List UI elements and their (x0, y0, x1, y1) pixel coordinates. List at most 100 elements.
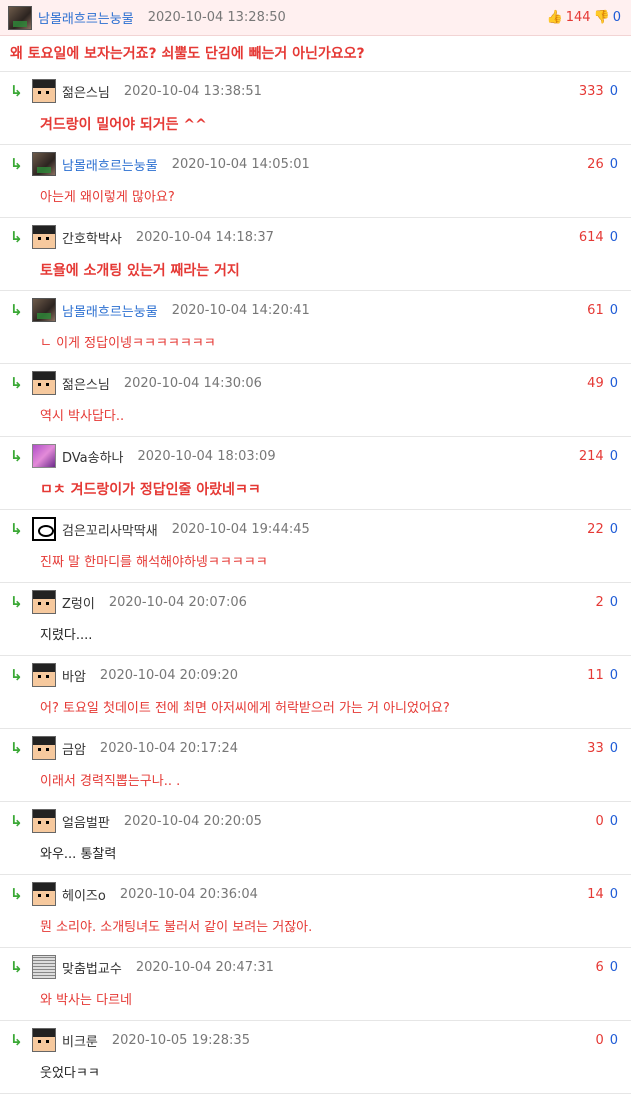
comment-down-count[interactable]: 0 (610, 157, 618, 172)
reply-arrow-icon: ↳ (10, 374, 23, 392)
comment-down-count[interactable]: 0 (610, 376, 618, 391)
comment-meta: ↳ 얼음벌판 2020-10-04 20:20:05 0 0 (0, 802, 631, 840)
commenter-name[interactable]: 남몰래흐르는눙물 (62, 301, 158, 320)
comment-down-count[interactable]: 0 (610, 960, 618, 975)
reply-arrow-icon: ↳ (10, 885, 23, 903)
thumbs-up-icon[interactable]: 👍 (547, 10, 563, 25)
comment-meta: ↳ 금암 2020-10-04 20:17:24 33 0 (0, 729, 631, 767)
comment-votes: 20 (595, 595, 618, 610)
reply-arrow-icon: ↳ (10, 593, 23, 611)
commenter-avatar[interactable] (32, 1028, 56, 1052)
comment-up-count[interactable]: 11 (587, 668, 604, 683)
reply-arrow-icon: ↳ (10, 228, 23, 246)
comment-up-count[interactable]: 333 (579, 84, 604, 99)
reply-arrow-icon: ↳ (10, 739, 23, 757)
commenter-name[interactable]: 금암 (62, 739, 86, 758)
comment-date: 2020-10-04 14:18:37 (135, 229, 274, 245)
comment-votes: 14 0 (587, 887, 618, 902)
comment-text: 역시 박사답다.. (40, 409, 125, 424)
commenter-name[interactable]: 헤이즈o (62, 885, 106, 904)
comment-down-count[interactable]: 0 (610, 814, 618, 829)
commenter-avatar[interactable] (32, 298, 56, 322)
comment-down-count[interactable]: 0 (610, 522, 618, 537)
commenter-avatar[interactable] (32, 955, 56, 979)
commenter-name[interactable]: 검은꼬리사막딱새 (62, 520, 158, 539)
comment-date: 2020-10-04 20:20:05 (123, 813, 262, 829)
comment-votes: 11 0 (587, 668, 618, 683)
commenter-name[interactable]: 간호학박사 (62, 228, 122, 247)
commenter-name[interactable]: 젊은스님 (62, 82, 110, 101)
comment-item: ↳ 얼음벌판 2020-10-04 20:20:05 0 0 와우... 통찰력 (0, 802, 631, 875)
comment-down-count[interactable]: 0 (610, 84, 618, 99)
commenter-avatar[interactable] (32, 444, 56, 468)
comment-votes: 214 0 (579, 449, 618, 464)
comment-down-count[interactable]: 0 (610, 230, 618, 245)
comment-votes: 614 0 (579, 230, 618, 245)
comment-votes: 49 0 (587, 376, 618, 391)
comment-meta: ↳ 바암 2020-10-04 20:09:20 11 0 (0, 656, 631, 694)
comment-down-count[interactable]: 0 (610, 595, 618, 610)
commenter-name[interactable]: 젊은스님 (62, 374, 110, 393)
comment-down-count[interactable]: 0 (610, 887, 618, 902)
comment-item: ↳ 젊은스님 2020-10-04 14:30:06 49 0 역시 박사답다.. (0, 364, 631, 437)
up-count: 144 (565, 10, 591, 25)
comment-meta: ↳ 남몰래흐르는눙물 2020-10-04 14:20:41 61 0 (0, 291, 631, 329)
comment-item: ↳ 비크룬 2020-10-05 19:28:35 0 0 웃었다ㅋㅋ (0, 1021, 631, 1094)
comment-item: ↳ DVa송하나 2020-10-04 18:03:09 214 0 ㅁㅊ 겨드랑이가 정… (0, 437, 631, 510)
comment-up-count[interactable]: 26 (587, 157, 604, 172)
comment-up-count[interactable]: 2 (595, 595, 603, 610)
comment-down-count[interactable]: 0 (610, 668, 618, 683)
commenter-name[interactable]: 바암 (62, 666, 86, 685)
post-date: 2020-10-04 13:28:50 (147, 10, 286, 25)
comment-up-count[interactable]: 61 (587, 303, 604, 318)
commenter-avatar[interactable] (32, 371, 56, 395)
comment-up-count[interactable]: 33 (587, 741, 604, 756)
commenter-avatar[interactable] (32, 736, 56, 760)
comment-text: 토욜에 소개팅 있는거 째라는 거지 (40, 263, 240, 279)
commenter-avatar[interactable] (32, 225, 56, 249)
comment-text: 지렸다.... (40, 628, 93, 643)
comment-up-count[interactable]: 0 (595, 1033, 603, 1048)
comment-meta: ↳ 젊은스님 2020-10-04 14:30:06 49 0 (0, 364, 631, 402)
commenter-avatar[interactable] (32, 809, 56, 833)
commenter-avatar[interactable] (32, 79, 56, 103)
post-votes: 👍 144 👎 0 (547, 10, 621, 25)
comment-up-count[interactable]: 0 (595, 814, 603, 829)
commenter-name[interactable]: DVa송하나 (62, 447, 124, 466)
comment-item: ↳ 맞춤법교수 2020-10-04 20:47:31 6 0 와 박사는 다르네 (0, 948, 631, 1021)
comment-down-count[interactable]: 0 (610, 449, 618, 464)
comment-up-count[interactable]: 214 (579, 449, 604, 464)
comment-text: 이래서 경력직뽑는구나.. . (40, 774, 181, 789)
commenter-avatar[interactable] (32, 663, 56, 687)
commenter-name[interactable]: 남몰래흐르는눙물 (62, 155, 158, 174)
comment-date: 2020-10-04 14:05:01 (171, 156, 310, 172)
comment-meta: ↳ 검은꼬리사막딱새 2020-10-04 19:44:45 22 0 (0, 510, 631, 548)
commenter-name[interactable]: 비크룬 (62, 1031, 98, 1050)
comment-down-count[interactable]: 0 (610, 1033, 618, 1048)
post-author[interactable]: 남몰래흐르는눙물 (38, 8, 134, 27)
comment-date: 2020-10-04 13:38:51 (123, 83, 262, 99)
comment-votes: 00 (595, 814, 618, 829)
reply-arrow-icon: ↳ (10, 520, 23, 538)
comment-down-count[interactable]: 0 (610, 741, 618, 756)
commenter-avatar[interactable] (32, 590, 56, 614)
commenter-name[interactable]: 얼음벌판 (62, 812, 110, 831)
comment-meta: ↳ Z렁이 2020-10-04 20:07:06 2 0 (0, 583, 631, 621)
author-avatar[interactable] (8, 5, 32, 30)
commenter-avatar[interactable] (32, 517, 56, 541)
comment-date: 2020-10-04 20:09:20 (99, 667, 238, 683)
comment-up-count[interactable]: 14 (587, 887, 604, 902)
post-title: 왜 토요일에 보자는거죠? 쇠뿔도 단김에 빼는거 아닌가요오? (0, 36, 631, 72)
comment-up-count[interactable]: 6 (595, 960, 603, 975)
commenter-avatar[interactable] (32, 152, 56, 176)
comment-up-count[interactable]: 49 (587, 376, 604, 391)
commenter-name[interactable]: Z렁이 (62, 593, 95, 612)
thumbs-down-icon[interactable]: 👎 (594, 10, 610, 25)
comment-up-count[interactable]: 614 (579, 230, 604, 245)
comment-item: ↳ 남몰래흐르는눙물 2020-10-04 14:20:41 61 0 ㄴ 이게 정답이넹… (0, 291, 631, 364)
comment-down-count[interactable]: 0 (610, 303, 618, 318)
commenter-name[interactable]: 맞춤법교수 (62, 958, 122, 977)
comment-votes: 60 (595, 960, 618, 975)
commenter-avatar[interactable] (32, 882, 56, 906)
comment-up-count[interactable]: 22 (587, 522, 604, 537)
